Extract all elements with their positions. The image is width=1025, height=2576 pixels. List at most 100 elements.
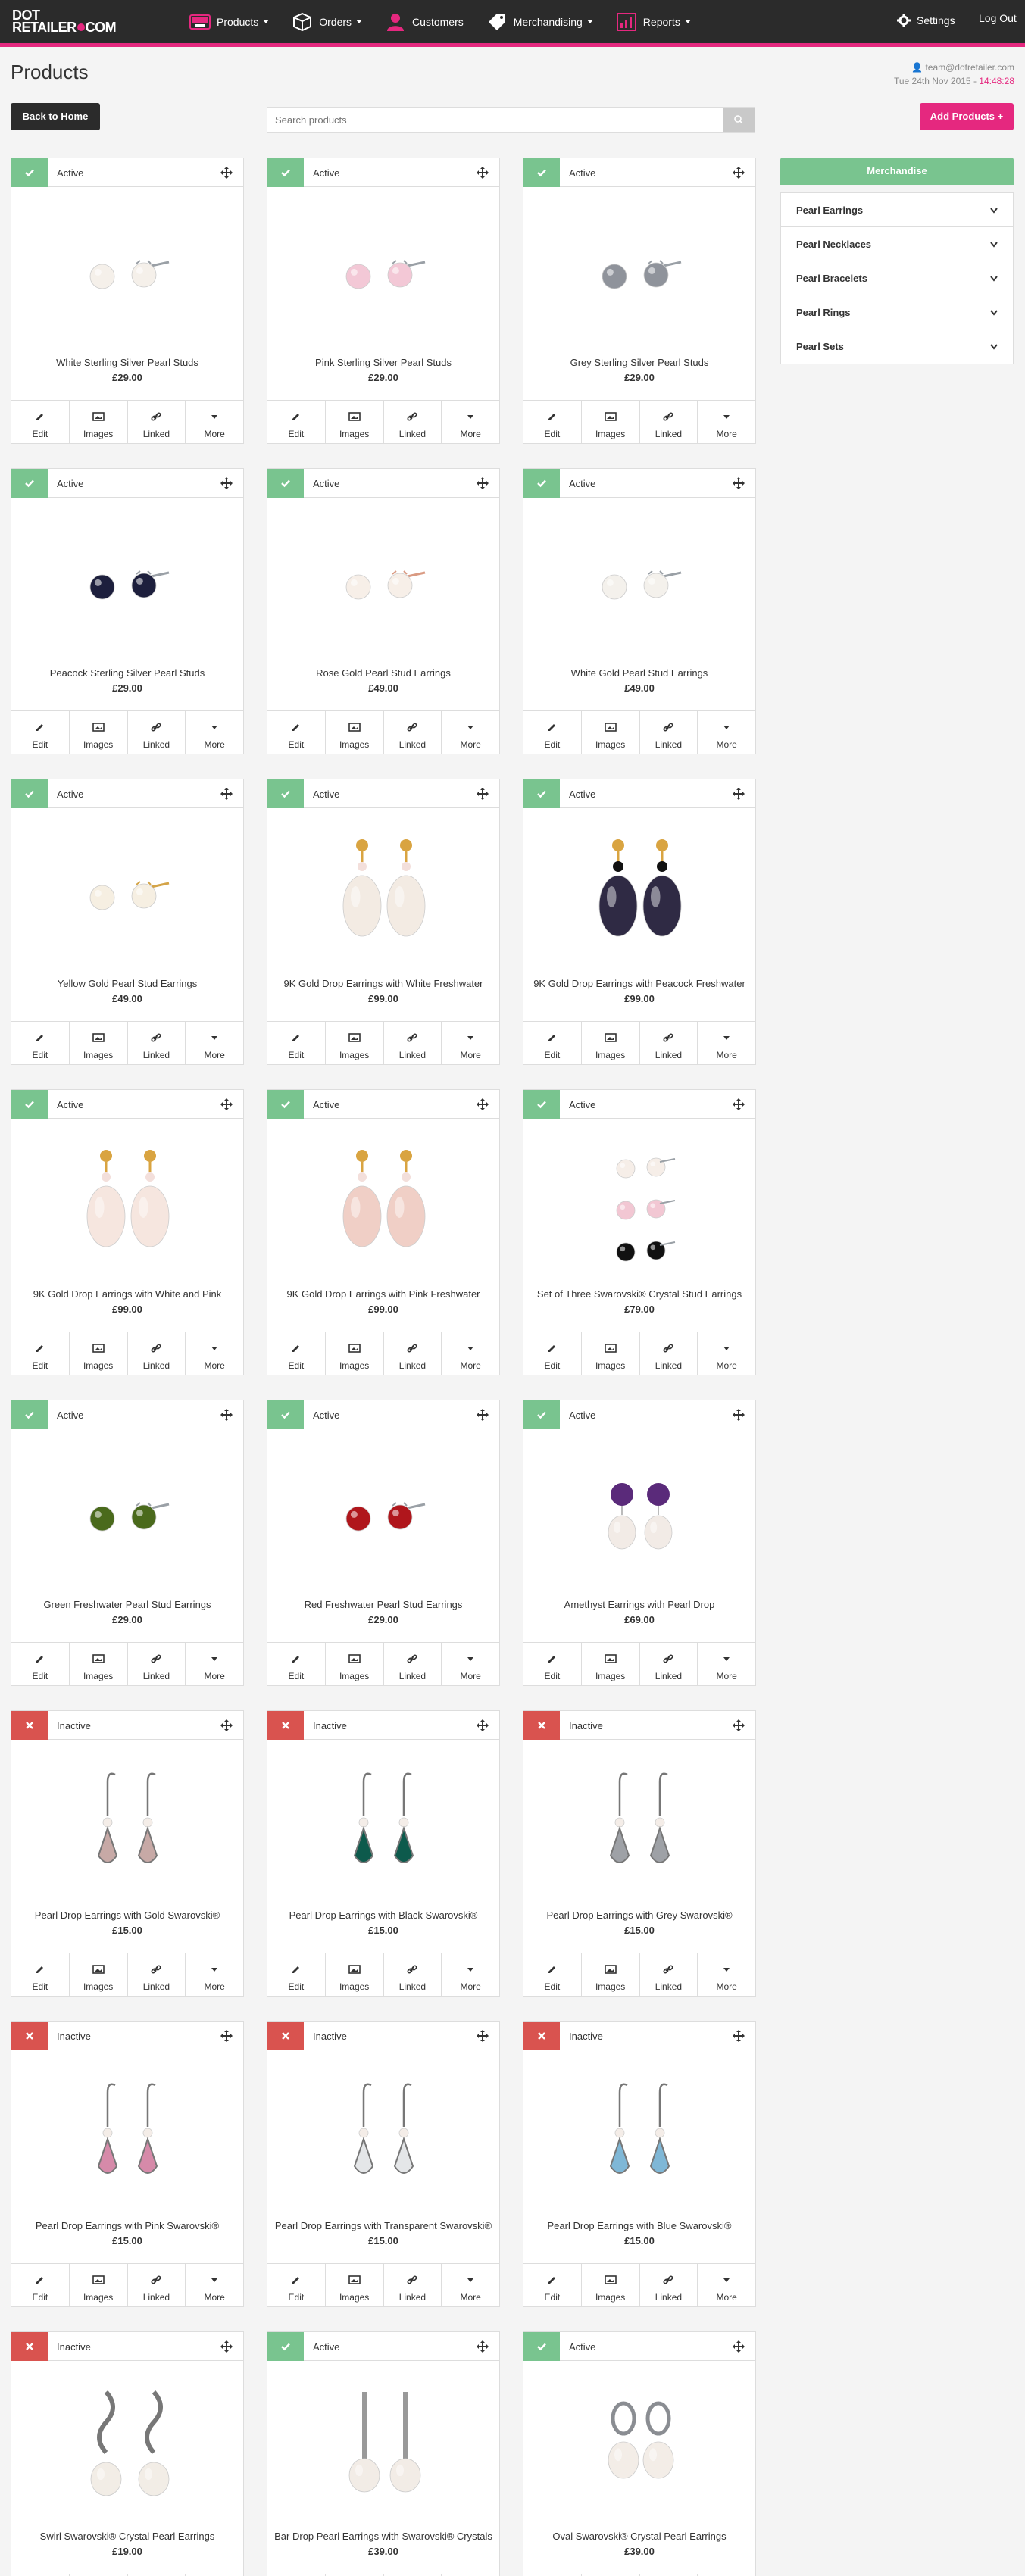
images-button[interactable]: Images: [326, 401, 384, 443]
images-button[interactable]: Images: [326, 1022, 384, 1064]
move-icon[interactable]: [733, 2340, 745, 2353]
more-button[interactable]: More: [442, 1953, 499, 1996]
linked-button[interactable]: Linked: [128, 2264, 186, 2306]
product-image[interactable]: [267, 188, 499, 354]
product-image[interactable]: [11, 2362, 243, 2528]
logout-link[interactable]: Log Out: [979, 12, 1017, 24]
product-image[interactable]: [11, 188, 243, 354]
merchandise-category-item[interactable]: Pearl Earrings: [781, 193, 1013, 227]
edit-button[interactable]: Edit: [523, 2264, 582, 2306]
status-toggle[interactable]: [267, 158, 304, 187]
images-button[interactable]: Images: [70, 1643, 128, 1685]
edit-button[interactable]: Edit: [11, 1022, 70, 1064]
nav-orders[interactable]: Orders: [292, 11, 363, 33]
linked-button[interactable]: Linked: [384, 1022, 442, 1064]
edit-button[interactable]: Edit: [11, 1643, 70, 1685]
edit-button[interactable]: Edit: [267, 1022, 326, 1064]
status-toggle[interactable]: [523, 779, 560, 808]
linked-button[interactable]: Linked: [384, 401, 442, 443]
more-button[interactable]: More: [698, 1643, 755, 1685]
edit-button[interactable]: Edit: [11, 1953, 70, 1996]
linked-button[interactable]: Linked: [640, 1643, 698, 1685]
merchandise-category-item[interactable]: Pearl Necklaces: [781, 227, 1013, 261]
edit-button[interactable]: Edit: [11, 2264, 70, 2306]
search-button[interactable]: [723, 108, 755, 132]
move-icon[interactable]: [477, 1098, 489, 1110]
dotretailer-logo[interactable]: DOT RETAILER COM: [12, 8, 117, 34]
edit-button[interactable]: Edit: [11, 401, 70, 443]
edit-button[interactable]: Edit: [267, 401, 326, 443]
images-button[interactable]: Images: [582, 1332, 640, 1375]
edit-button[interactable]: Edit: [523, 711, 582, 754]
linked-button[interactable]: Linked: [640, 1022, 698, 1064]
move-icon[interactable]: [220, 1098, 233, 1110]
status-toggle[interactable]: [523, 158, 560, 187]
images-button[interactable]: Images: [326, 2264, 384, 2306]
status-toggle[interactable]: [267, 1400, 304, 1429]
images-button[interactable]: Images: [70, 1022, 128, 1064]
product-image[interactable]: [267, 1119, 499, 1286]
more-button[interactable]: More: [698, 1953, 755, 1996]
move-icon[interactable]: [220, 788, 233, 800]
product-image[interactable]: [523, 498, 755, 665]
nav-reports[interactable]: Reports: [616, 11, 691, 33]
more-button[interactable]: More: [442, 711, 499, 754]
images-button[interactable]: Images: [582, 1643, 640, 1685]
nav-customers[interactable]: Customers: [385, 11, 464, 33]
status-toggle[interactable]: [267, 2022, 304, 2050]
images-button[interactable]: Images: [582, 401, 640, 443]
linked-button[interactable]: Linked: [128, 1022, 186, 1064]
status-toggle[interactable]: [11, 1090, 48, 1119]
product-image[interactable]: [11, 1741, 243, 1907]
product-image[interactable]: [11, 809, 243, 976]
product-image[interactable]: [11, 1119, 243, 1286]
move-icon[interactable]: [220, 2030, 233, 2042]
move-icon[interactable]: [220, 477, 233, 489]
linked-button[interactable]: Linked: [640, 2264, 698, 2306]
edit-button[interactable]: Edit: [523, 1643, 582, 1685]
product-image[interactable]: [267, 2362, 499, 2528]
status-toggle[interactable]: [267, 1711, 304, 1740]
move-icon[interactable]: [733, 167, 745, 179]
move-icon[interactable]: [220, 167, 233, 179]
images-button[interactable]: Images: [582, 1953, 640, 1996]
more-button[interactable]: More: [186, 1643, 243, 1685]
move-icon[interactable]: [220, 1719, 233, 1731]
status-toggle[interactable]: [267, 2332, 304, 2361]
product-image[interactable]: [523, 809, 755, 976]
status-toggle[interactable]: [267, 779, 304, 808]
images-button[interactable]: Images: [326, 1953, 384, 1996]
images-button[interactable]: Images: [70, 711, 128, 754]
linked-button[interactable]: Linked: [640, 401, 698, 443]
images-button[interactable]: Images: [326, 711, 384, 754]
more-button[interactable]: More: [698, 711, 755, 754]
merchandise-category-item[interactable]: Pearl Bracelets: [781, 261, 1013, 295]
edit-button[interactable]: Edit: [267, 1643, 326, 1685]
nav-products[interactable]: Products: [189, 11, 270, 33]
product-image[interactable]: [267, 1430, 499, 1597]
move-icon[interactable]: [733, 477, 745, 489]
status-toggle[interactable]: [523, 469, 560, 498]
images-button[interactable]: Images: [582, 711, 640, 754]
edit-button[interactable]: Edit: [267, 711, 326, 754]
product-image[interactable]: [267, 1741, 499, 1907]
move-icon[interactable]: [477, 1409, 489, 1421]
product-image[interactable]: [11, 2051, 243, 2218]
edit-button[interactable]: Edit: [267, 1332, 326, 1375]
more-button[interactable]: More: [442, 1022, 499, 1064]
status-toggle[interactable]: [11, 1400, 48, 1429]
status-toggle[interactable]: [523, 1090, 560, 1119]
linked-button[interactable]: Linked: [384, 1643, 442, 1685]
linked-button[interactable]: Linked: [384, 2264, 442, 2306]
move-icon[interactable]: [477, 1719, 489, 1731]
product-image[interactable]: [523, 2051, 755, 2218]
product-image[interactable]: [523, 1119, 755, 1286]
product-image[interactable]: [11, 498, 243, 665]
edit-button[interactable]: Edit: [523, 1332, 582, 1375]
linked-button[interactable]: Linked: [640, 1332, 698, 1375]
linked-button[interactable]: Linked: [128, 401, 186, 443]
more-button[interactable]: More: [186, 1332, 243, 1375]
status-toggle[interactable]: [267, 1090, 304, 1119]
status-toggle[interactable]: [523, 1711, 560, 1740]
move-icon[interactable]: [477, 167, 489, 179]
